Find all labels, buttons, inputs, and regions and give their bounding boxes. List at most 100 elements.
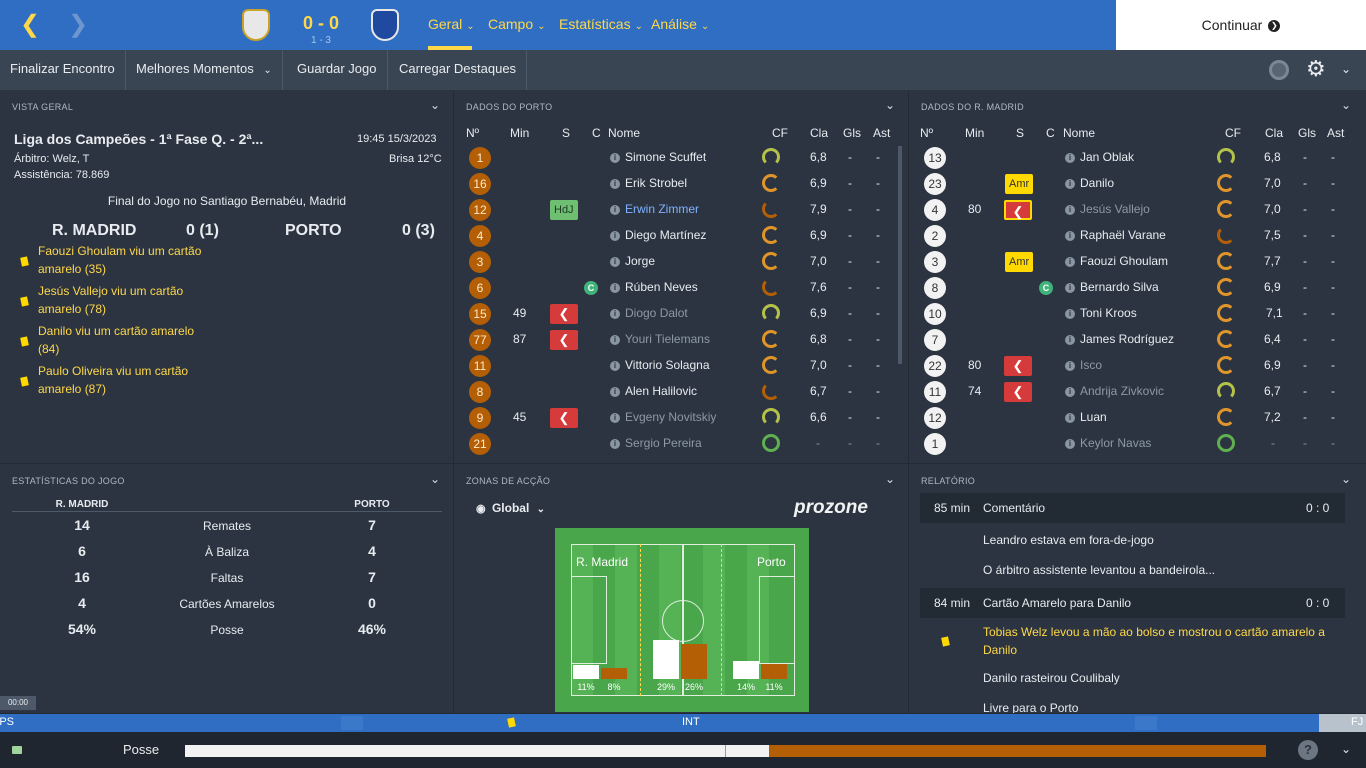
chevron-down-icon[interactable]: ⌄ [1341,98,1351,112]
col-minutes[interactable]: Min [510,126,529,140]
player-name[interactable]: Danilo [1080,176,1114,190]
player-name[interactable]: Simone Scuffet [625,150,706,164]
table-row[interactable]: 2 i Raphaël Varane 7,5 - - [909,223,1363,249]
info-icon[interactable]: i [610,257,620,267]
tab-analise[interactable]: Análise ⌄ [651,16,709,32]
ticket-icon[interactable] [12,746,22,754]
chevron-down-icon[interactable]: ⌄ [430,472,440,486]
player-name[interactable]: Jesús Vallejo [1080,202,1150,216]
tab-campo[interactable]: Campo ⌄ [488,16,546,32]
player-name[interactable]: James Rodríguez [1080,332,1174,346]
col-captain[interactable]: C [1046,126,1055,140]
event-item[interactable]: Jesús Vallejo viu um cartão amarelo (78) [38,282,218,318]
highlights-dropdown[interactable]: Melhores Momentos ⌄ [126,50,283,90]
gear-icon[interactable]: ⚙ [1306,56,1326,82]
table-row[interactable]: 12 HdJ i Erwin Zimmer 7,9 - - [454,197,908,223]
match-timeline[interactable]: PS INT FJ [0,714,1366,732]
info-icon[interactable]: i [610,439,620,449]
col-condition[interactable]: CF [772,126,788,140]
info-icon[interactable]: i [610,205,620,215]
info-icon[interactable]: i [1065,361,1075,371]
player-name[interactable]: Luan [1080,410,1107,424]
table-row[interactable]: 1 i Simone Scuffet 6,8 - - [454,145,908,171]
record-icon[interactable] [1269,60,1289,80]
info-icon[interactable]: i [610,283,620,293]
player-name[interactable]: Erik Strobel [625,176,687,190]
info-icon[interactable]: i [610,179,620,189]
info-icon[interactable]: i [1065,179,1075,189]
col-goals[interactable]: Gls [1298,126,1316,140]
info-icon[interactable]: i [1065,335,1075,345]
event-item[interactable]: Danilo viu um cartão amarelo (84) [38,322,218,358]
table-row[interactable]: 16 i Erik Strobel 6,9 - - [454,171,908,197]
player-name[interactable]: Sergio Pereira [625,436,702,450]
chevron-down-icon[interactable]: ⌄ [885,98,895,112]
table-row[interactable]: 3 Amr i Faouzi Ghoulam 7,7 - - [909,249,1363,275]
player-name[interactable]: Diego Martínez [625,228,706,242]
info-icon[interactable]: i [1065,153,1075,163]
table-row[interactable]: 13 i Jan Oblak 6,8 - - [909,145,1363,171]
info-icon[interactable]: i [1065,439,1075,449]
table-row[interactable]: 10 i Toni Kroos 7,1 - - [909,301,1363,327]
table-row[interactable]: 4 80 ❮ i Jesús Vallejo 7,0 - - [909,197,1363,223]
col-captain[interactable]: C [592,126,601,140]
table-row[interactable]: 23 Amr i Danilo 7,0 - - [909,171,1363,197]
player-name[interactable]: Rúben Neves [625,280,698,294]
col-minutes[interactable]: Min [965,126,984,140]
player-name[interactable]: Toni Kroos [1080,306,1137,320]
tab-geral[interactable]: Geral ⌄ [428,16,475,32]
table-row[interactable]: 6 C i Rúben Neves 7,6 - - [454,275,908,301]
tab-estatisticas[interactable]: Estatísticas ⌄ [559,16,643,32]
table-row[interactable]: 4 i Diego Martínez 6,9 - - [454,223,908,249]
col-goals[interactable]: Gls [843,126,861,140]
col-rating[interactable]: Cla [810,126,828,140]
info-icon[interactable]: i [1065,309,1075,319]
table-row[interactable]: 21 i Sergio Pereira - - - [454,431,908,457]
table-row[interactable]: 11 74 ❮ i Andrija Zivkovic 6,7 - - [909,379,1363,405]
player-name[interactable]: Jorge [625,254,655,268]
col-name[interactable]: Nome [608,126,640,140]
player-name[interactable]: Evgeny Novitskiy [625,410,716,424]
col-number[interactable]: Nº [920,126,933,140]
competition-title[interactable]: Liga dos Campeões - 1ª Fase Q. - 2ª... [14,131,263,147]
player-name[interactable]: Isco [1080,358,1102,372]
player-name[interactable]: Alen Halilovic [625,384,697,398]
col-condition[interactable]: CF [1225,126,1241,140]
home-team-name[interactable]: R. MADRID [52,222,136,240]
finish-match-button[interactable]: Finalizar Encontro [0,50,126,90]
col-name[interactable]: Nome [1063,126,1095,140]
table-row[interactable]: 3 i Jorge 7,0 - - [454,249,908,275]
table-row[interactable]: 12 i Luan 7,2 - - [909,405,1363,431]
col-assists[interactable]: Ast [873,126,890,140]
info-icon[interactable]: i [610,153,620,163]
help-icon[interactable]: ? [1298,740,1318,760]
chevron-down-icon[interactable]: ⌄ [1341,62,1351,76]
player-name[interactable]: Andrija Zivkovic [1080,384,1164,398]
info-icon[interactable]: i [1065,283,1075,293]
table-row[interactable]: 22 80 ❮ i Isco 6,9 - - [909,353,1363,379]
info-icon[interactable]: i [610,413,620,423]
info-icon[interactable]: i [610,231,620,241]
col-assists[interactable]: Ast [1327,126,1344,140]
player-name[interactable]: Bernardo Silva [1080,280,1159,294]
table-row[interactable]: 8 i Alen Halilovic 6,7 - - [454,379,908,405]
player-name[interactable]: Diogo Dalot [625,306,688,320]
player-name[interactable]: Raphaël Varane [1080,228,1166,242]
event-item[interactable]: Faouzi Ghoulam viu um cartão amarelo (35… [38,242,218,278]
load-highlights-button[interactable]: Carregar Destaques [389,50,528,90]
event-item[interactable]: Paulo Oliveira viu um cartão amarelo (87… [38,362,218,398]
view-dropdown[interactable]: ◉ Global ⌄ [476,501,545,515]
info-icon[interactable]: i [1065,387,1075,397]
player-name[interactable]: Keylor Navas [1080,436,1151,450]
table-row[interactable]: 15 49 ❮ i Diogo Dalot 6,9 - - [454,301,908,327]
info-icon[interactable]: i [1065,231,1075,241]
continue-button[interactable]: Continuar ❯ [1116,0,1366,50]
chevron-down-icon[interactable]: ⌄ [1341,742,1351,756]
info-icon[interactable]: i [610,387,620,397]
info-icon[interactable]: i [610,309,620,319]
table-row[interactable]: 77 87 ❮ i Youri Tielemans 6,8 - - [454,327,908,353]
col-number[interactable]: Nº [466,126,479,140]
player-name[interactable]: Faouzi Ghoulam [1080,254,1168,268]
player-name[interactable]: Jan Oblak [1080,150,1134,164]
chevron-down-icon[interactable]: ⌄ [1341,472,1351,486]
